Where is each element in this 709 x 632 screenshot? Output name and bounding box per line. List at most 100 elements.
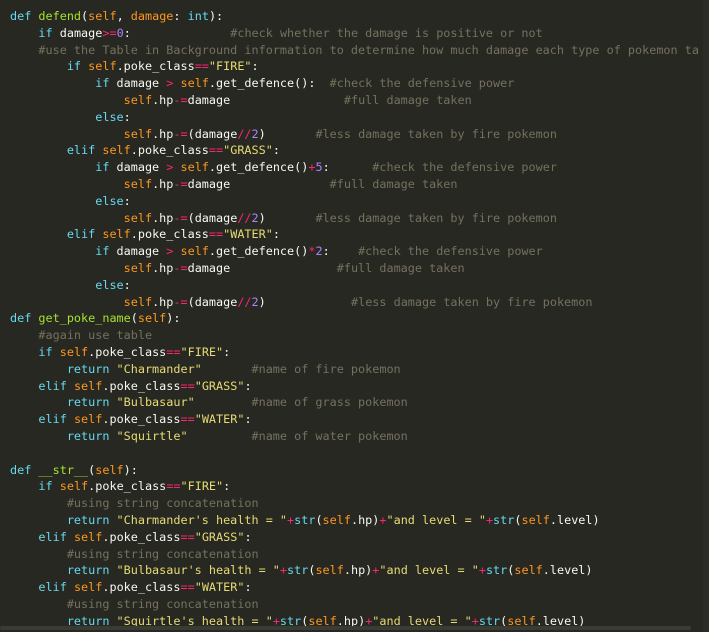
code-token: get_poke_name bbox=[38, 311, 131, 326]
horizontal-scrollbar[interactable] bbox=[0, 626, 691, 630]
code-token: .poke_class bbox=[130, 227, 209, 242]
code-editor[interactable]: def defend(self, damage: int): if damage… bbox=[0, 0, 709, 632]
code-token: : bbox=[123, 193, 131, 208]
code-line[interactable]: if damage>=0: #check whether the damage … bbox=[10, 25, 542, 42]
code-token: : bbox=[244, 580, 252, 595]
code-line[interactable]: return "Charmander" #name of fire pokemo… bbox=[10, 361, 401, 378]
code-line[interactable]: #again use table bbox=[10, 327, 152, 344]
code-line[interactable]: if self.poke_class=="FIRE": bbox=[10, 58, 259, 75]
code-token: : bbox=[244, 378, 252, 393]
code-line[interactable]: return "Bulbasaur" #name of grass pokemo… bbox=[10, 394, 408, 411]
code-token: 2 bbox=[251, 210, 259, 225]
code-token: 5 bbox=[315, 160, 323, 175]
code-line[interactable]: if damage > self.get_defence()+5: #check… bbox=[10, 159, 557, 176]
code-line[interactable]: self.hp-=damage #full damage taken bbox=[10, 176, 458, 193]
vertical-scrollbar[interactable] bbox=[703, 0, 709, 632]
code-token: "FIRE" bbox=[180, 345, 224, 359]
code-line[interactable]: elif self.poke_class=="WATER": bbox=[10, 411, 251, 428]
code-line[interactable]: #using string concatenation bbox=[10, 546, 259, 563]
code-token: .poke_class bbox=[102, 412, 181, 427]
code-line[interactable]: self.hp-=damage #full damage taken bbox=[10, 260, 465, 277]
code-line[interactable]: if damage > self.get_defence()*2: #check… bbox=[10, 243, 543, 260]
code-line[interactable]: def defend(self, damage: int): bbox=[10, 8, 223, 25]
code-line[interactable]: if damage > self.get_defence(): #check t… bbox=[10, 75, 514, 92]
code-line[interactable]: self.hp-=(damage//2) #less damage taken … bbox=[10, 210, 557, 227]
code-token: "FIRE" bbox=[208, 59, 252, 74]
code-token: #name of grass pokemon bbox=[251, 395, 408, 410]
code-token: -= bbox=[173, 126, 188, 141]
code-token: self bbox=[123, 177, 153, 191]
code-token: >= bbox=[102, 25, 117, 40]
code-line[interactable]: return "Charmander's health = "+str(self… bbox=[10, 512, 600, 529]
code-token: #full damage taken bbox=[329, 177, 458, 191]
code-line[interactable]: elif self.poke_class=="WATER": bbox=[10, 226, 280, 243]
code-line[interactable]: return "Squirtle" #name of water pokemon bbox=[10, 428, 408, 445]
code-line[interactable]: elif self.poke_class=="WATER": bbox=[10, 579, 252, 596]
code-token: elif bbox=[38, 378, 74, 393]
code-token: elif bbox=[38, 412, 74, 427]
code-token: str bbox=[485, 563, 508, 578]
code-token: + bbox=[478, 563, 486, 578]
code-token: .hp bbox=[152, 261, 174, 275]
code-token: def bbox=[10, 311, 39, 326]
code-token: ) bbox=[258, 294, 351, 309]
code-token: 2 bbox=[251, 126, 259, 141]
code-token: self bbox=[123, 126, 153, 141]
code-token: == bbox=[180, 412, 195, 427]
code-line[interactable]: if self.poke_class=="FIRE": bbox=[10, 478, 230, 495]
code-line[interactable]: elif self.poke_class=="GRASS": bbox=[10, 142, 280, 159]
code-token: damage bbox=[130, 9, 174, 23]
code-token: "and level = " bbox=[379, 563, 479, 578]
code-token: else bbox=[95, 193, 124, 208]
code-token: // bbox=[237, 126, 252, 141]
code-token: self bbox=[73, 412, 103, 427]
code-token: // bbox=[237, 210, 252, 225]
code-line[interactable]: if self.poke_class=="FIRE": bbox=[10, 344, 230, 361]
code-line[interactable]: else: bbox=[10, 277, 131, 294]
code-token: : bbox=[223, 479, 231, 494]
code-token: "Charmander's health = " bbox=[116, 513, 288, 527]
code-token: : bbox=[123, 277, 131, 292]
code-line[interactable]: #use the Table in Background information… bbox=[10, 42, 699, 59]
code-line[interactable]: def get_poke_name(self): bbox=[10, 310, 181, 327]
code-token: if bbox=[95, 244, 117, 259]
code-token: 0 bbox=[116, 25, 124, 40]
code-token: + bbox=[379, 513, 387, 527]
code-token: ): bbox=[166, 311, 181, 326]
code-line[interactable]: elif self.poke_class=="GRASS": bbox=[10, 378, 252, 395]
code-token: 2 bbox=[315, 244, 323, 259]
code-line[interactable]: else: bbox=[10, 109, 131, 126]
code-token: str bbox=[294, 513, 316, 527]
code-token: .get_defence() bbox=[208, 160, 309, 175]
code-line[interactable]: #using string concatenation bbox=[10, 596, 259, 613]
code-token: self bbox=[73, 580, 103, 595]
code-line[interactable]: elif self.poke_class=="GRASS": bbox=[10, 529, 251, 546]
code-line[interactable]: else: bbox=[10, 193, 131, 210]
code-token: : bbox=[223, 345, 231, 359]
code-token: "Squirtle" bbox=[116, 429, 188, 443]
code-token: #check the defensive power bbox=[372, 160, 557, 175]
code-token: #less damage taken by fire pokemon bbox=[315, 126, 557, 141]
code-line[interactable]: self.hp-=(damage//2) #less damage taken … bbox=[10, 126, 557, 143]
code-token: if bbox=[95, 76, 117, 91]
code-line[interactable]: #using string concatenation bbox=[10, 495, 259, 512]
code-line[interactable]: self.hp-=damage #full damage taken bbox=[10, 92, 472, 109]
code-token: #use the Table in Background information… bbox=[38, 42, 699, 57]
code-line[interactable]: return "Bulbasaur's health = "+str(self.… bbox=[10, 562, 593, 579]
code-line[interactable]: self.hp-=(damage//2) #less damage taken … bbox=[10, 294, 593, 311]
code-line[interactable]: def __str__(self): bbox=[10, 462, 138, 479]
